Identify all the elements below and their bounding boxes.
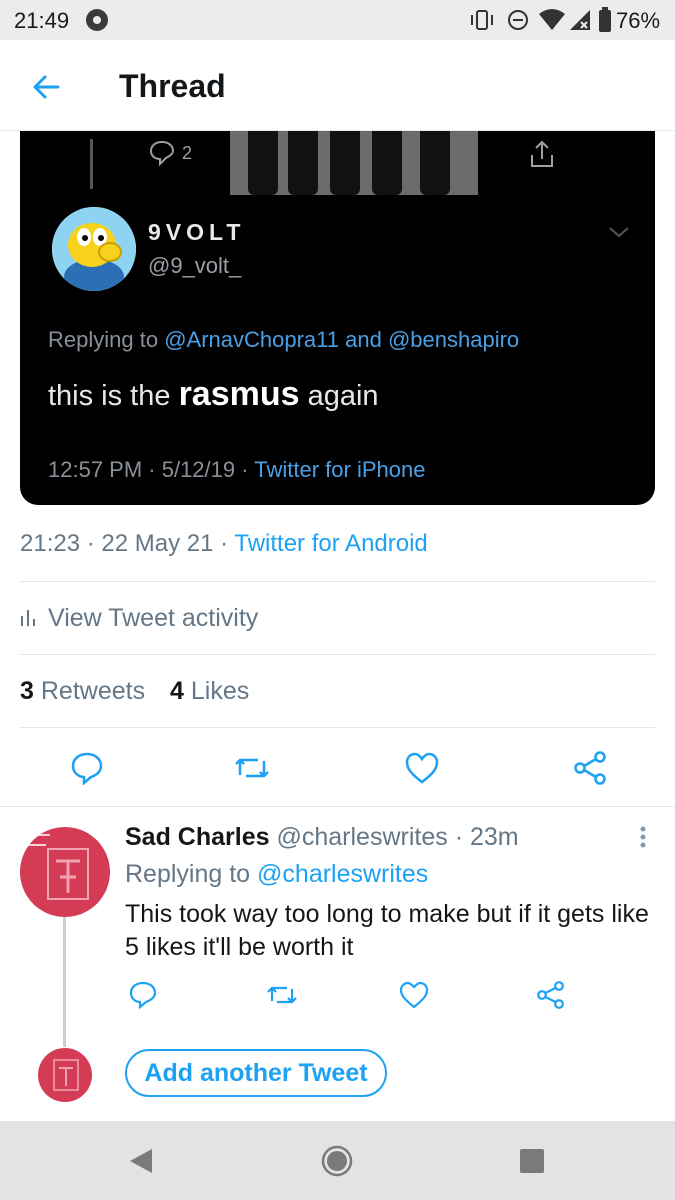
thread-connector — [63, 917, 66, 1047]
embedded-tweet-meta: 12:57 PM · 5/12/19 · Twitter for iPhone — [48, 457, 426, 482]
app-bar: Thread — [0, 40, 675, 131]
tweet-timestamp: 21:23 · 22 May 21 · Twitter for Android — [20, 530, 428, 557]
page-title: Thread — [119, 68, 226, 104]
nav-recents-icon[interactable] — [519, 1148, 545, 1174]
wifi-icon — [539, 9, 565, 30]
reply-reply-button[interactable] — [123, 975, 163, 1015]
nav-back-icon[interactable] — [128, 1147, 154, 1175]
reply-text: This took way too long to make but if it… — [125, 900, 649, 961]
comment-icon — [129, 981, 157, 1009]
engagement-counts: 3 Retweets 4 Likes — [20, 677, 249, 706]
reply-time: · 23m — [454, 823, 519, 851]
compose-avatar — [38, 1048, 92, 1102]
embedded-display-name: 9VOLT — [148, 219, 246, 245]
signal-icon — [570, 10, 590, 30]
chevron-down-icon — [609, 227, 629, 238]
likes-count-link[interactable]: 4 Likes — [170, 677, 249, 705]
embedded-tweet-text: this is the rasmus again — [48, 375, 379, 413]
view-tweet-activity-link[interactable]: View Tweet activity — [20, 604, 258, 633]
reply-button[interactable] — [67, 748, 107, 788]
status-time: 21:49 — [14, 8, 70, 33]
reply-retweet-button[interactable] — [262, 975, 302, 1015]
like-icon — [405, 752, 439, 784]
notification-icon — [86, 9, 108, 31]
retweet-icon — [235, 758, 269, 778]
reply-handle[interactable]: @charleswrites — [276, 823, 447, 851]
system-nav-bar — [0, 1121, 675, 1200]
add-another-tweet-button[interactable]: Add another Tweet — [125, 1049, 387, 1097]
embedded-tweet-image: 2 9VOLT @9_volt_ Replying to @ArnavChopr… — [20, 131, 655, 505]
embedded-handle: @9_volt_ — [148, 253, 242, 278]
share-icon — [537, 981, 564, 1009]
reply-replying-to: Replying to @charleswrites — [125, 860, 429, 888]
battery-icon — [599, 7, 611, 32]
embedded-replying-to: Replying to @ArnavChopra11 and @benshapi… — [48, 327, 520, 352]
like-icon — [399, 981, 429, 1009]
divider — [20, 654, 655, 655]
comment-icon — [149, 140, 175, 167]
retweet-icon — [267, 986, 297, 1004]
comment-icon — [71, 752, 103, 785]
reply-avatar[interactable] — [20, 827, 110, 917]
thread-line — [90, 139, 93, 189]
do-not-disturb-icon — [508, 10, 528, 30]
band-photo — [230, 131, 478, 195]
avatar — [52, 207, 136, 291]
nav-home-icon[interactable] — [321, 1145, 353, 1177]
reply-share-button[interactable] — [531, 975, 571, 1015]
reply-author-line: Sad Charles @charleswrites · 23m — [125, 823, 519, 852]
battery-percent: 76% — [616, 8, 661, 33]
reply-display-name[interactable]: Sad Charles — [125, 823, 270, 851]
divider — [20, 581, 655, 582]
retweets-count-link[interactable]: 3 Retweets — [20, 677, 145, 705]
vibrate-icon — [471, 10, 493, 30]
back-arrow-icon[interactable] — [30, 71, 62, 103]
status-bar: 21:49 76% — [0, 0, 675, 40]
divider — [20, 727, 655, 728]
share-button[interactable] — [570, 748, 610, 788]
section-divider — [0, 806, 675, 807]
chart-icon — [21, 610, 35, 626]
retweet-button[interactable] — [232, 748, 272, 788]
more-icon[interactable] — [633, 823, 653, 853]
reply-like-button[interactable] — [394, 975, 434, 1015]
share-icon — [574, 751, 606, 785]
share-icon — [531, 140, 553, 167]
like-button[interactable] — [402, 748, 442, 788]
tweet-source-link[interactable]: Twitter for Android — [234, 530, 427, 557]
replying-to-link[interactable]: @charleswrites — [257, 860, 428, 888]
reply-count: 2 — [182, 143, 193, 163]
